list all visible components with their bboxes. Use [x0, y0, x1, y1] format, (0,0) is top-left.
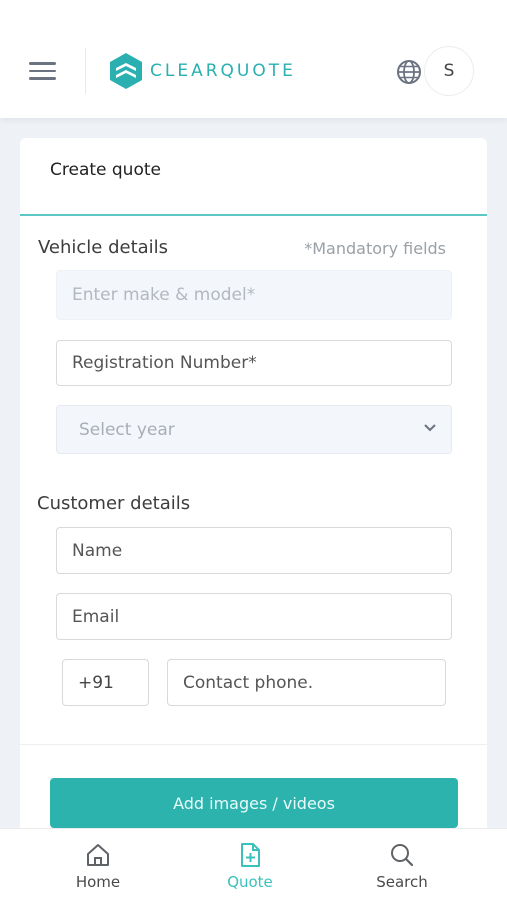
customer-details-heading: Customer details [37, 493, 191, 514]
year-select[interactable]: Select year [56, 405, 452, 454]
menu-icon[interactable] [29, 62, 56, 82]
nav-label-quote: Quote [227, 873, 273, 891]
nav-label-search: Search [376, 873, 428, 891]
nav-label-home: Home [75, 873, 121, 891]
make-model-placeholder: Enter make & model* [72, 285, 256, 305]
contact-phone-placeholder: Contact phone. [183, 672, 314, 693]
language-globe-icon[interactable] [396, 59, 422, 85]
app-header: CLEARQUOTE S [0, 0, 507, 118]
clearquote-logo-icon [110, 53, 142, 89]
add-images-videos-button[interactable]: Add images / videos [50, 778, 458, 828]
chevron-down-icon [424, 424, 436, 432]
card-title-underline [20, 214, 487, 216]
name-placeholder: Name [72, 540, 123, 561]
home-icon [87, 844, 109, 866]
country-code-value: +91 [78, 672, 114, 693]
email-placeholder: Email [72, 606, 120, 627]
make-model-field: Enter make & model* [56, 270, 452, 320]
bottom-navigation: Home Quote Search [0, 828, 507, 900]
quote-file-icon [241, 843, 260, 867]
nav-item-quote[interactable]: Quote [205, 841, 295, 891]
name-input[interactable]: Name [56, 527, 452, 574]
nav-item-search[interactable]: Search [357, 841, 447, 891]
email-input[interactable]: Email [56, 593, 452, 640]
mandatory-fields-note: *Mandatory fields [304, 239, 446, 258]
registration-placeholder: Registration Number* [72, 353, 257, 373]
create-quote-card: Create quote Vehicle details *Mandatory … [20, 138, 487, 838]
nav-item-home[interactable]: Home [53, 841, 143, 891]
card-divider [20, 744, 487, 745]
header-divider [85, 48, 86, 94]
search-icon [391, 844, 414, 867]
contact-phone-input[interactable]: Contact phone. [167, 659, 446, 706]
brand-name: CLEARQUOTE [150, 61, 296, 81]
year-select-value: Select year [79, 419, 175, 440]
user-avatar[interactable]: S [424, 46, 474, 96]
brand-logo[interactable]: CLEARQUOTE [108, 52, 296, 90]
country-code-input[interactable]: +91 [62, 659, 149, 706]
vehicle-details-heading: Vehicle details [38, 237, 169, 258]
registration-number-input[interactable]: Registration Number* [56, 340, 452, 386]
card-title: Create quote [50, 160, 161, 180]
